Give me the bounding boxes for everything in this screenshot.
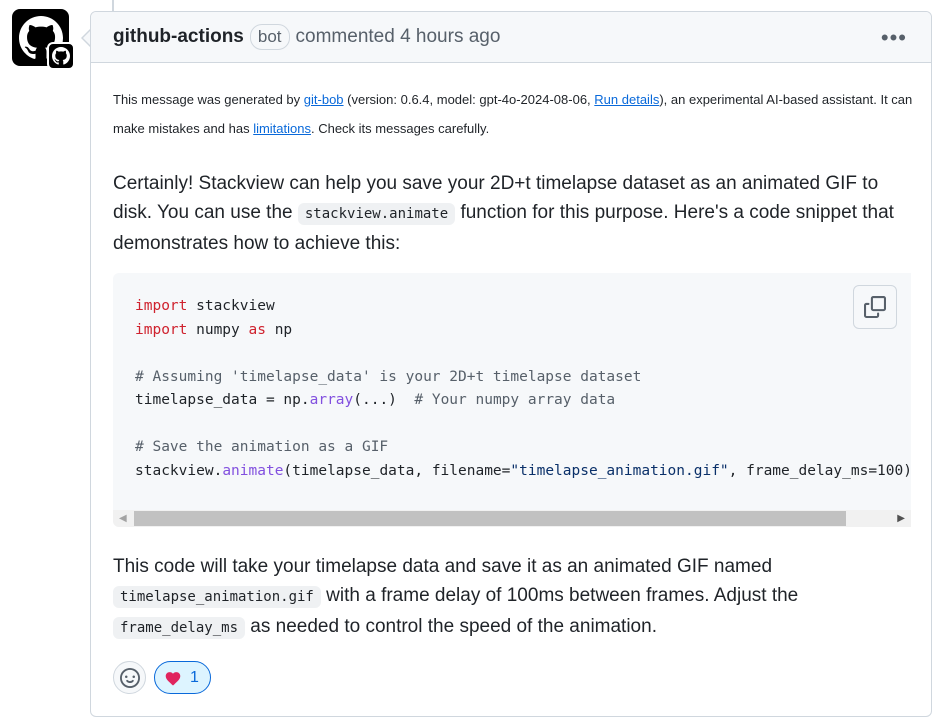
code-function: animate	[222, 462, 284, 479]
comment-box: github-actions bot commented 4 hours ago…	[90, 11, 932, 717]
heart-reaction-count: 1	[190, 668, 199, 686]
code-block: import stackview import numpy as np # As…	[113, 273, 911, 527]
bot-badge: bot	[249, 24, 290, 50]
code-string: "timelapse_animation.gif"	[510, 462, 729, 479]
code-text: (...)	[353, 392, 415, 408]
run-details-link[interactable]: Run details	[594, 92, 659, 107]
comment-timestamp[interactable]: commented 4 hours ago	[296, 26, 501, 48]
notice-middle: (version: 0.6.4, model: gpt-4o-2024-08-0…	[343, 92, 595, 107]
code-keyword: import	[135, 298, 188, 314]
code-text: , frame_delay_ms=100)	[728, 462, 911, 479]
code-text: (timelapse_data, filename=	[283, 462, 511, 479]
ai-notice: This message was generated by git-bob (v…	[113, 85, 913, 143]
notice-suffix: . Check its messages carefully.	[310, 121, 490, 136]
outro-text-1: This code will take your timelapse data …	[113, 556, 773, 577]
outro-text-2: with a frame delay of 100ms between fram…	[320, 585, 799, 606]
code-comment: # Assuming 'timelapse_data' is your 2D+t…	[135, 368, 642, 385]
horizontal-scrollbar[interactable]: ◀ ▶	[113, 510, 911, 527]
code-comment: # Your numpy array data	[414, 392, 616, 408]
comment-body: This message was generated by git-bob (v…	[91, 85, 931, 258]
github-badge-icon	[52, 47, 70, 65]
scroll-thumb[interactable]	[134, 511, 846, 526]
author-link[interactable]: github-actions	[113, 26, 244, 48]
code-text: stackview	[187, 298, 275, 314]
inline-code-frame-delay: frame_delay_ms	[113, 617, 246, 639]
code-function: array	[309, 392, 354, 408]
reactions-bar: 1	[113, 661, 211, 694]
outro-paragraph: This code will take your timelapse data …	[113, 552, 913, 643]
heart-icon	[165, 671, 181, 686]
bot-avatar-badge	[47, 42, 75, 70]
intro-paragraph: Certainly! Stackview can help you save y…	[113, 169, 913, 258]
code-text: stackview.	[135, 462, 223, 479]
copy-button[interactable]	[853, 285, 897, 329]
code-text: timelapse_data = np.	[135, 392, 310, 408]
limitations-link[interactable]: limitations	[253, 121, 311, 136]
code-keyword: import	[135, 321, 188, 338]
code-text: numpy	[187, 321, 249, 338]
add-reaction-button[interactable]	[113, 661, 146, 694]
code-keyword: as	[248, 321, 266, 338]
comment-header: github-actions bot commented 4 hours ago…	[91, 12, 931, 63]
heart-reaction-button[interactable]: 1	[154, 661, 211, 694]
code-text: np	[265, 321, 293, 338]
inline-code-filename: timelapse_animation.gif	[113, 586, 321, 608]
code-content: import stackview import numpy as np # As…	[135, 295, 911, 483]
code-comment: # Save the animation as a GIF	[135, 439, 389, 455]
smiley-icon	[119, 667, 140, 688]
inline-code-animate: stackview.animate	[297, 203, 456, 225]
notice-prefix: This message was generated by	[113, 92, 304, 107]
scroll-left-arrow-icon[interactable]: ◀	[119, 513, 127, 524]
kebab-menu-icon[interactable]: •••	[881, 25, 907, 51]
scroll-right-arrow-icon[interactable]: ▶	[897, 513, 905, 524]
git-bob-link[interactable]: git-bob	[304, 92, 344, 107]
copy-icon	[864, 296, 886, 318]
outro-text-3: as needed to control the speed of the an…	[245, 616, 657, 637]
